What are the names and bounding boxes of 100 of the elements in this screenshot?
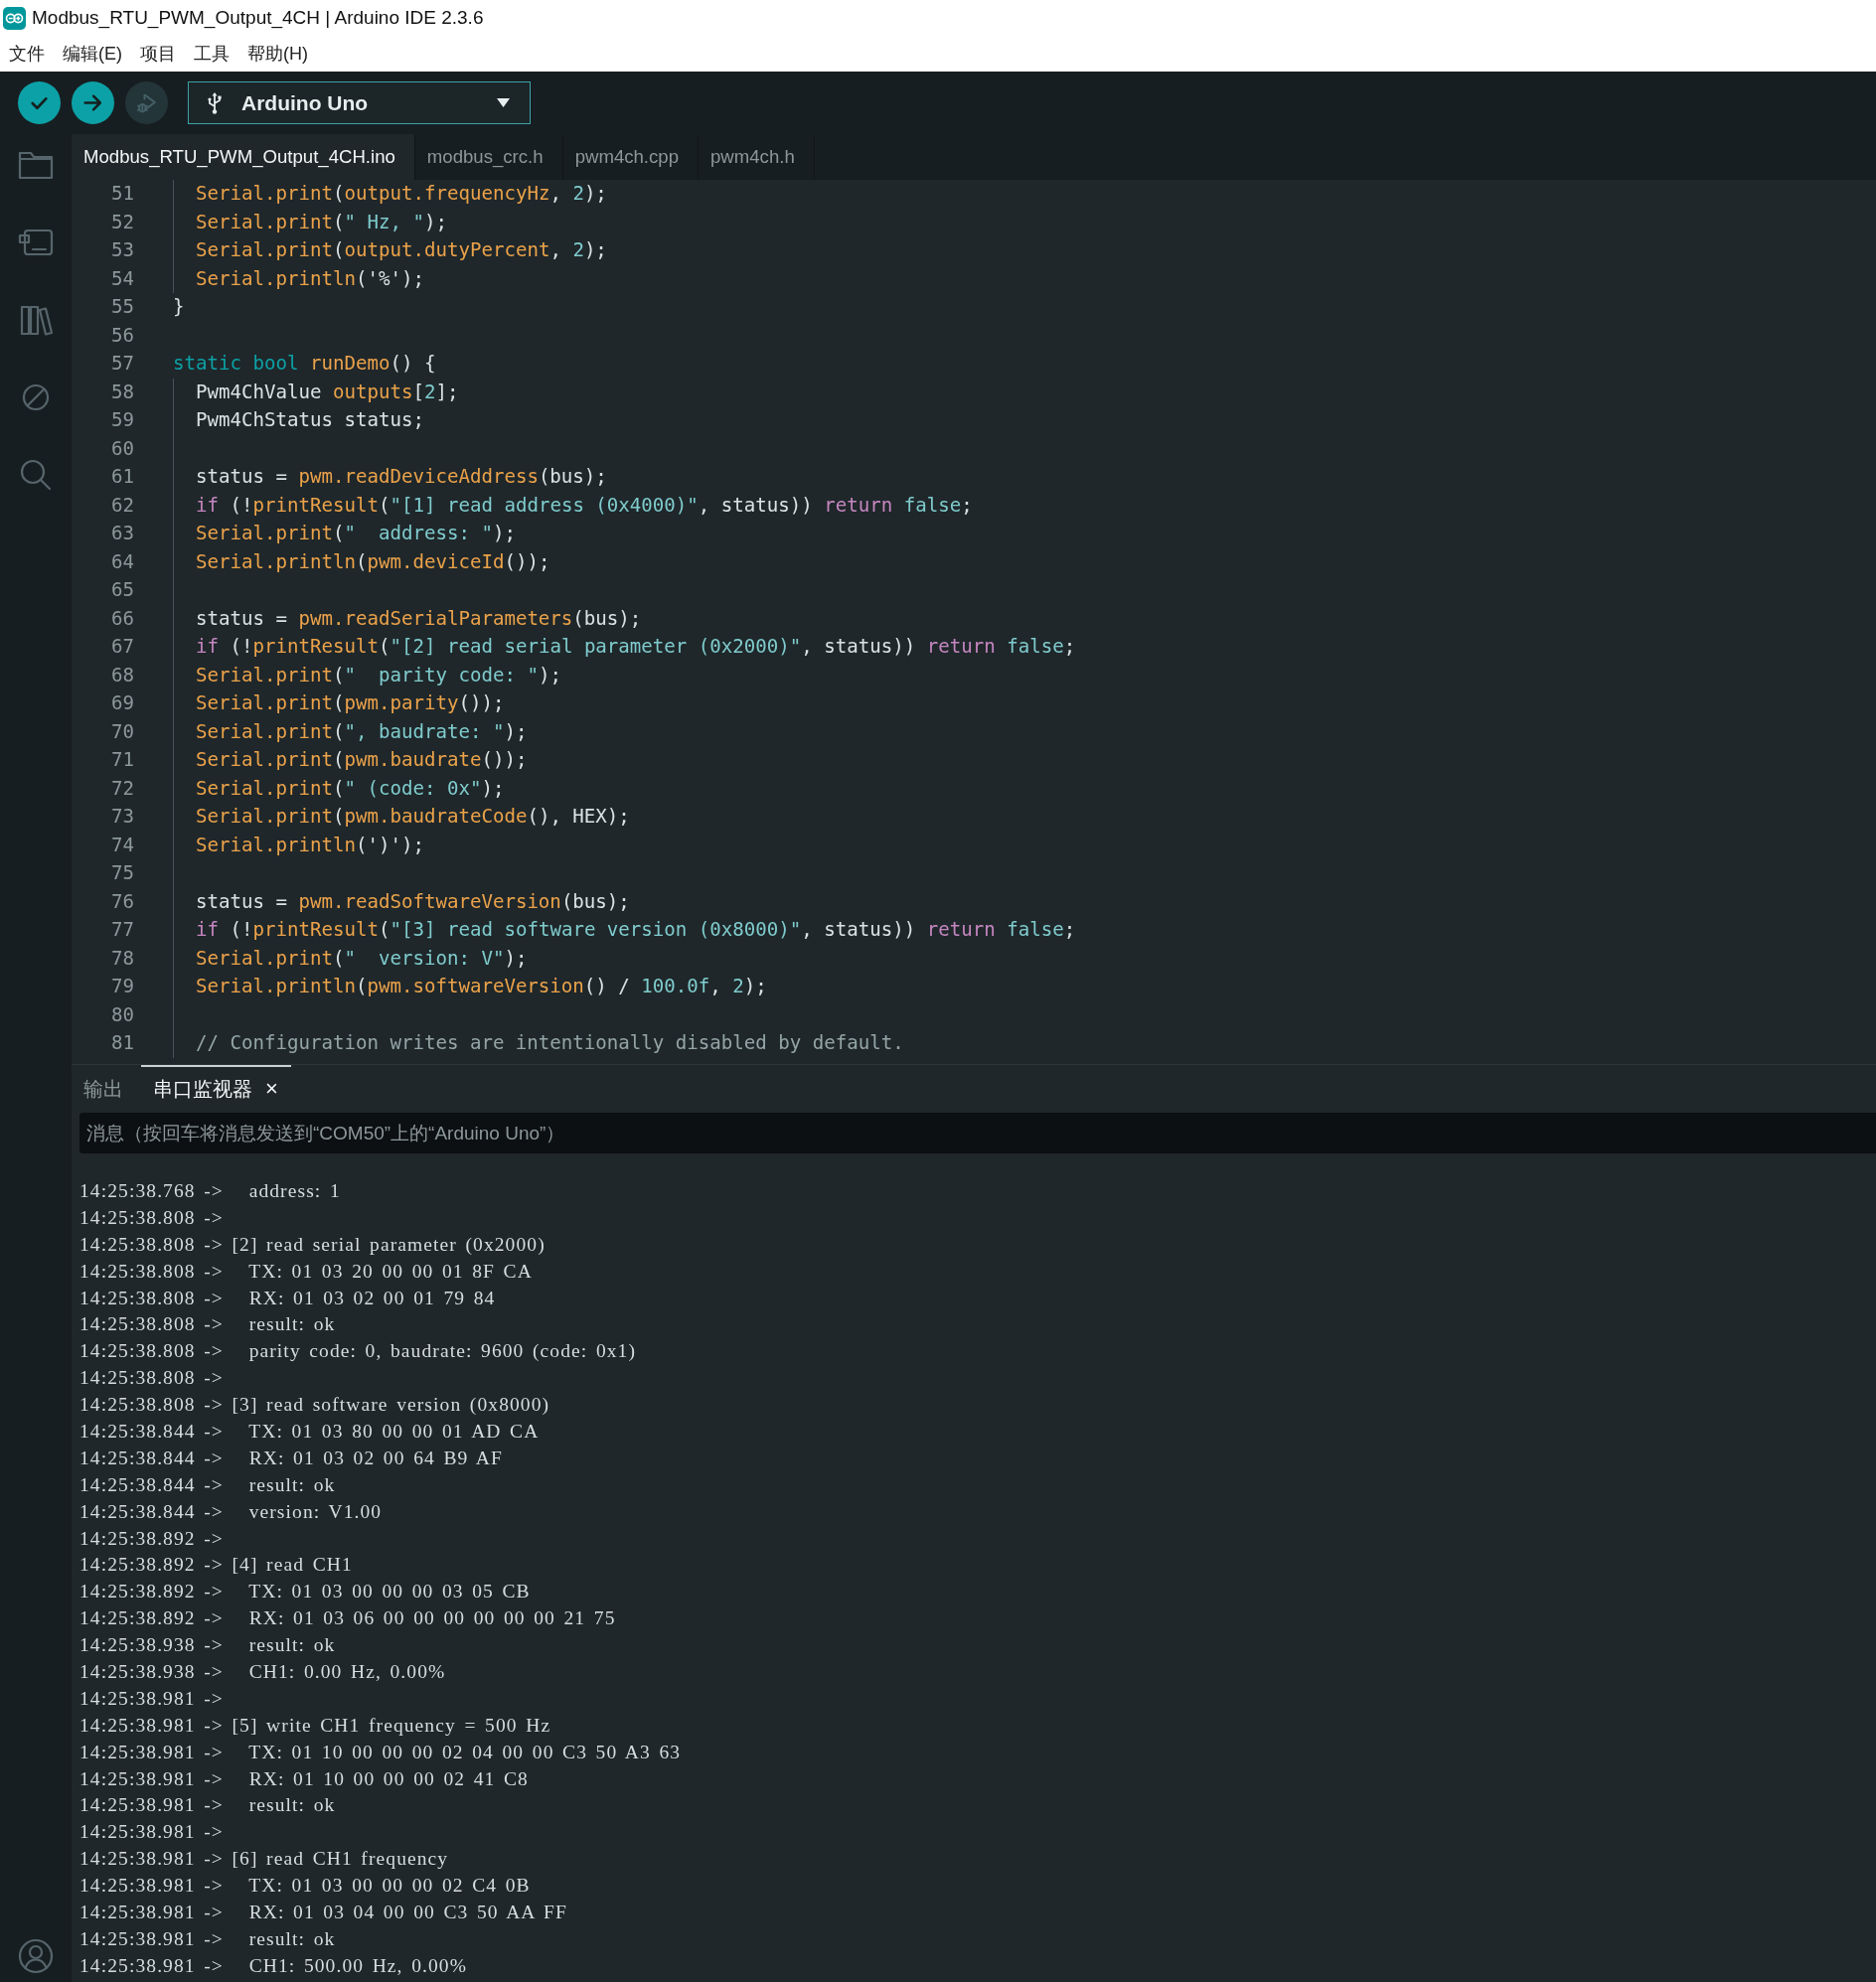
user-icon[interactable]: [17, 1938, 55, 1974]
code-line: Serial.print(output.dutyPercent, 2);: [196, 237, 607, 263]
file-tab[interactable]: pwm4ch.h: [699, 134, 815, 180]
line-number: 52: [110, 209, 134, 235]
line-number: 56: [110, 322, 134, 349]
line-number: 74: [110, 832, 134, 858]
logo-icon: [3, 6, 26, 30]
file-tab[interactable]: pwm4ch.cpp: [562, 134, 699, 180]
console-line: 14:25:38.981 -> [6] read CH1 frequency: [79, 1847, 450, 1872]
line-number: 80: [110, 1001, 134, 1028]
line-number: 64: [110, 548, 134, 575]
line-number: 51: [110, 181, 134, 207]
console-line: 14:25:38.981 -> result: ok: [79, 1926, 337, 1951]
console-line: 14:25:38.981 -> RX: 01 03 04 00 00 C3 50 AA FF: [79, 1901, 568, 1925]
code-line: Serial.println(pwm.deviceId());: [196, 548, 550, 575]
console-line: 14:25:38.892 -> RX: 01 03 06 00 00 00 00 00 00 21 75: [79, 1606, 617, 1631]
line-number: 61: [110, 464, 134, 490]
console-line: 14:25:38.938 -> CH1: 0.00 Hz, 0.00%: [79, 1660, 447, 1685]
line-number: 68: [110, 662, 134, 688]
line-number: 66: [110, 605, 134, 632]
line-number: 71: [110, 747, 134, 773]
console-line: 14:25:38.808 -> [2] read serial parameter (0x2000): [79, 1232, 547, 1257]
code-line: Serial.print(pwm.parity());: [196, 690, 505, 716]
console-line: 14:25:38.808 ->: [79, 1366, 225, 1391]
message-field[interactable]: 消息（按回车将消息发送到“COM50”上的“Arduino Uno”）: [79, 1113, 1876, 1153]
usb-icon: [206, 90, 224, 115]
code-line: Serial.print(" version: V");: [196, 945, 528, 972]
board-selector[interactable]: Arduino Uno: [188, 81, 531, 124]
console-line: 14:25:38.844 -> TX: 01 03 80 00 00 01 AD CA: [79, 1420, 541, 1444]
console-line: 14:25:38.808 ->: [79, 1205, 225, 1230]
code-line: static bool runDemo() {: [173, 351, 436, 377]
line-number: 69: [110, 690, 134, 716]
console-line: 14:25:38.768 -> address: 1: [79, 1179, 342, 1203]
window-title: Modbus_RTU_PWM_Output_4CH | Arduino IDE 2.3.6: [32, 7, 484, 29]
code-line: Serial.print(output.frequencyHz, 2);: [196, 181, 607, 207]
console-line: 14:25:38.892 -> TX: 01 03 00 00 00 03 05 CB: [79, 1580, 532, 1604]
code-line: Serial.print(" (code: 0x");: [196, 775, 505, 802]
verify-button[interactable]: [18, 81, 61, 124]
code-line: Serial.println(pwm.softwareVersion() / 100.0f, 2);: [196, 974, 767, 999]
line-number: 53: [110, 237, 134, 263]
menu-item[interactable]: 编辑(E): [63, 42, 122, 66]
line-number: 58: [110, 379, 134, 405]
code-line: }: [173, 294, 185, 320]
console-line: 14:25:38.981 -> TX: 01 10 00 00 00 02 04 00 00 C3 50 A3 63: [79, 1740, 683, 1764]
menu-item[interactable]: 帮助(H): [247, 42, 308, 66]
console-line: 14:25:38.981 -> CH1: 500.00 Hz, 0.00%: [79, 1953, 469, 1978]
console-line: 14:25:38.844 -> RX: 01 03 02 00 64 B9 AF: [79, 1446, 504, 1470]
file-tab[interactable]: Modbus_RTU_PWM_Output_4CH.ino: [72, 134, 415, 180]
code-line: status = pwm.readSoftwareVersion(bus);: [196, 888, 630, 915]
line-number: 72: [110, 775, 134, 802]
console-line: 14:25:38.808 -> [3] read software version (0x8000): [79, 1393, 551, 1418]
upload-button[interactable]: [72, 81, 114, 124]
line-number: 75: [110, 860, 134, 886]
line-number: 63: [110, 521, 134, 546]
code-line: if (!printResult("[2] read serial parameter (0x2000)", status)) return false;: [196, 634, 1076, 660]
line-number: 81: [110, 1030, 134, 1056]
code-line: Serial.print(", baudrate: ");: [196, 718, 528, 745]
code-line: Serial.println('%');: [196, 265, 424, 292]
console-line: 14:25:38.981 ->: [79, 1820, 225, 1845]
code-line: Pwm4ChStatus status;: [196, 407, 424, 433]
console-line: 14:25:38.938 -> result: ok: [79, 1633, 337, 1658]
line-number: 60: [110, 435, 134, 462]
code-line: if (!printResult("[1] read address (0x4000)", status)) return false;: [196, 492, 973, 519]
panel-tab[interactable]: 串口监视器 ×: [141, 1065, 291, 1111]
code-line: Serial.print(pwm.baudrate());: [196, 747, 528, 773]
close-button[interactable]: ×: [265, 1078, 278, 1100]
code-line: Serial.print(" address: ");: [196, 521, 516, 546]
code-line: // Configuration writes are intentionally disabled by default.: [196, 1030, 904, 1056]
caret-icon: [497, 98, 510, 107]
console-line: 14:25:38.844 -> version: V1.00: [79, 1499, 384, 1524]
console-line: 14:25:38.808 -> parity code: 0, baudrate: 9600 (code: 0x1): [79, 1339, 638, 1364]
code-line: if (!printResult("[3] read software version (0x8000)", status)) return false;: [196, 917, 1076, 943]
menu-item[interactable]: 文件: [9, 42, 45, 66]
menu-item[interactable]: 工具: [194, 42, 230, 66]
console-line: 14:25:38.981 ->: [79, 1686, 225, 1711]
code-line: status = pwm.readSerialParameters(bus);: [196, 605, 642, 632]
line-number: 67: [110, 634, 134, 660]
code-line: status = pwm.readDeviceAddress(bus);: [196, 464, 607, 490]
console-line: 14:25:38.808 -> TX: 01 03 20 00 00 01 8F CA: [79, 1259, 534, 1284]
console-line: 14:25:38.892 ->: [79, 1526, 225, 1551]
console-line: 14:25:38.981 -> result: ok: [79, 1793, 337, 1818]
panel-tab[interactable]: 输出: [72, 1065, 141, 1111]
console-line: 14:25:38.981 -> RX: 01 10 00 00 00 02 41 C8: [79, 1766, 530, 1791]
line-number: 70: [110, 718, 134, 745]
code-line: Serial.println(')');: [196, 832, 424, 858]
line-number: 57: [110, 351, 134, 377]
console-line: 14:25:38.892 -> [4] read CH1: [79, 1553, 354, 1578]
line-number: 55: [110, 294, 134, 320]
console-line: 14:25:38.844 -> result: ok: [79, 1472, 337, 1497]
code-line: Serial.print(pwm.baudrateCode(), HEX);: [196, 804, 630, 830]
line-number: 76: [110, 888, 134, 915]
line-number: 73: [110, 804, 134, 830]
line-number: 54: [110, 265, 134, 292]
console-line: 14:25:38.808 -> RX: 01 03 02 00 01 79 84: [79, 1286, 497, 1310]
line-number: 65: [110, 577, 134, 603]
code-line: Serial.print(" Hz, ");: [196, 209, 447, 235]
console-line: 14:25:38.981 -> TX: 01 03 00 00 00 02 C4 0B: [79, 1874, 532, 1899]
line-number: 59: [110, 407, 134, 433]
menu-item[interactable]: 项目: [140, 42, 176, 66]
file-tab[interactable]: modbus_crc.h: [414, 134, 563, 180]
